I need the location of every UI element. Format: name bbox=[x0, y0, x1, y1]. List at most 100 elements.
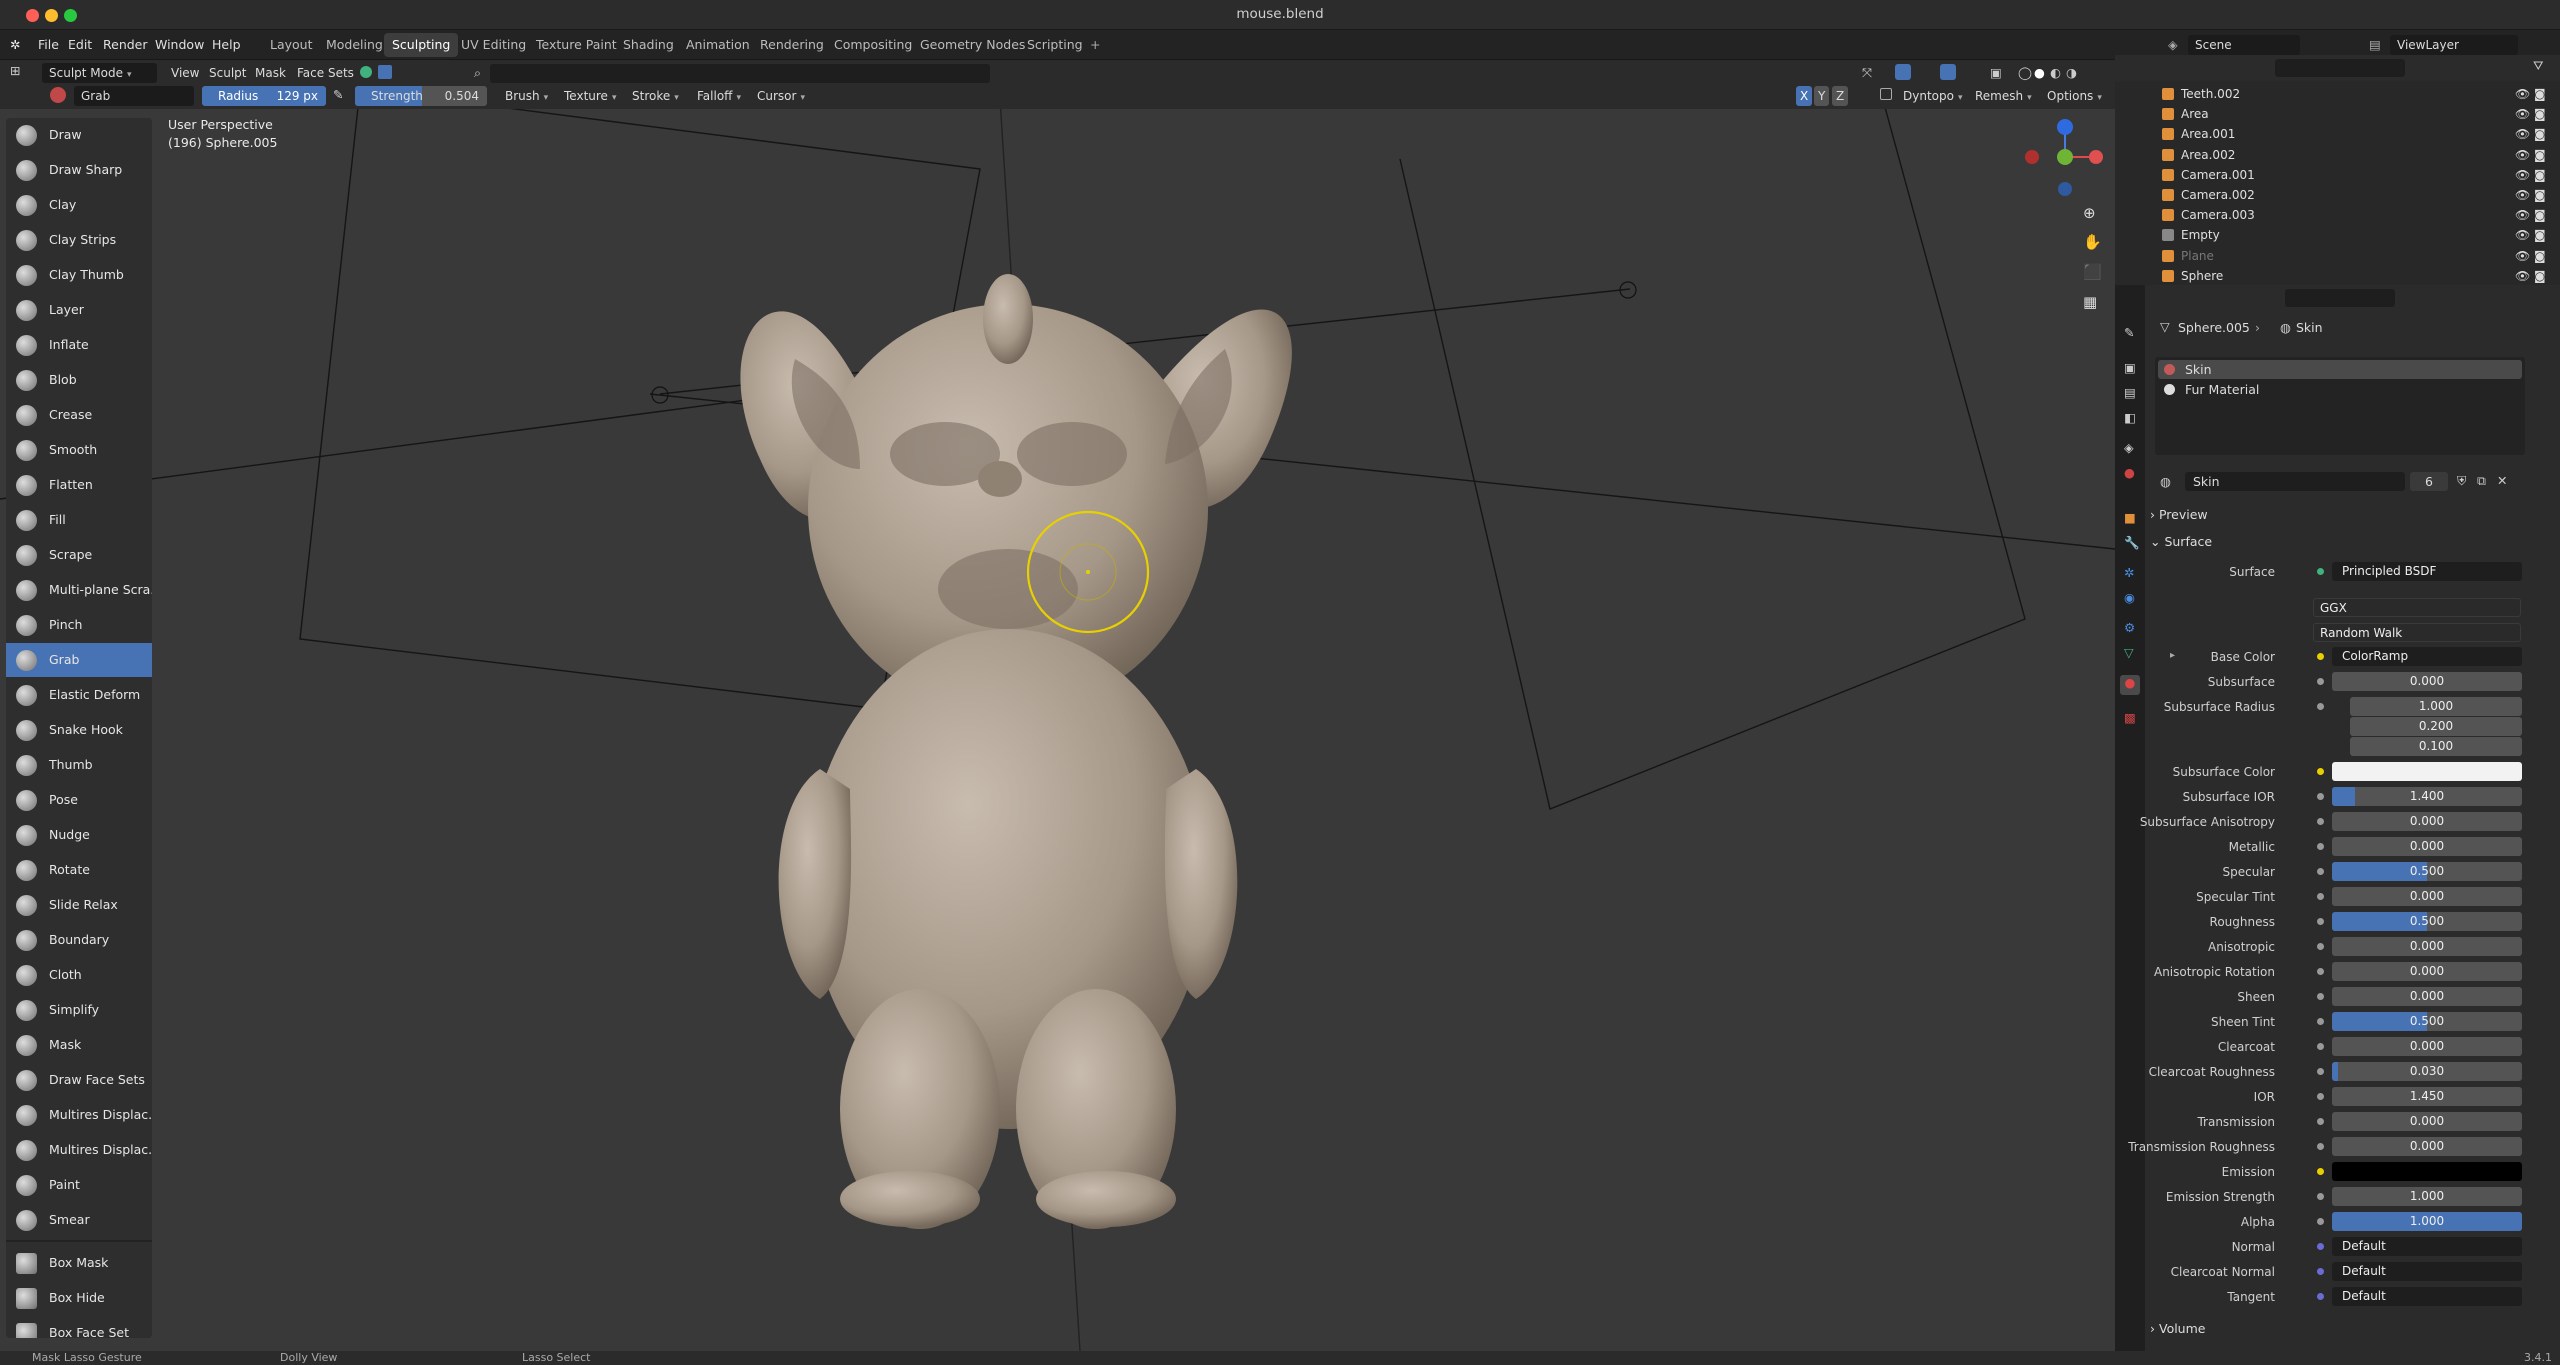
object-tab-icon[interactable]: ■ bbox=[2124, 510, 2136, 525]
tool-draw[interactable]: Draw bbox=[6, 118, 152, 152]
tool-box-face-set[interactable]: Box Face Set bbox=[6, 1316, 152, 1338]
tab-shading[interactable]: Shading bbox=[615, 33, 682, 57]
base-color-field[interactable]: ColorRamp bbox=[2332, 647, 2522, 666]
texture-dropdown[interactable]: Texture ▾ bbox=[557, 86, 623, 106]
tab-sculpting[interactable]: Sculpting bbox=[384, 33, 459, 57]
material-users-count[interactable]: 6 bbox=[2410, 472, 2448, 491]
prop-field[interactable]: 0.200 bbox=[2350, 717, 2522, 736]
outliner-item[interactable]: Sphere 👁 ◙ bbox=[2115, 266, 2560, 286]
prop-field[interactable]: 0.000 bbox=[2332, 812, 2522, 831]
outliner-item[interactable]: Area 👁 ◙ bbox=[2115, 104, 2560, 124]
outliner-item[interactable]: Area.002 👁 ◙ bbox=[2115, 145, 2560, 165]
falloff-dropdown[interactable]: Falloff ▾ bbox=[690, 86, 748, 106]
tab-rendering[interactable]: Rendering bbox=[752, 33, 832, 57]
prop-field[interactable]: 1.400 bbox=[2332, 787, 2522, 806]
menu-view[interactable]: View bbox=[164, 63, 206, 83]
menu-render[interactable]: Render bbox=[103, 37, 148, 52]
socket-icon[interactable] bbox=[2317, 893, 2324, 900]
mirror-x-toggle[interactable]: X bbox=[1796, 86, 1813, 106]
grid-view-icon[interactable]: ▦ bbox=[2083, 293, 2097, 311]
prop-field[interactable]: 0.500 bbox=[2332, 862, 2522, 881]
outliner-item[interactable]: Plane 👁 ◙ bbox=[2115, 246, 2560, 266]
tool-box-hide[interactable]: Box Hide bbox=[6, 1281, 152, 1315]
cursor-dropdown[interactable]: Cursor ▾ bbox=[750, 86, 812, 106]
tab-geometry-nodes[interactable]: Geometry Nodes bbox=[912, 33, 1033, 57]
menu-mask[interactable]: Mask bbox=[248, 63, 293, 83]
surface-shader-field[interactable]: Principled BSDF bbox=[2332, 562, 2522, 581]
remesh-dropdown[interactable]: Remesh ▾ bbox=[1968, 86, 2039, 106]
outliner-item[interactable]: Empty 👁 ◙ bbox=[2115, 225, 2560, 245]
tool-inflate[interactable]: Inflate bbox=[6, 328, 152, 362]
add-workspace-icon[interactable]: + bbox=[1090, 37, 1100, 52]
outliner-item[interactable]: Teeth.002 👁 ◙ bbox=[2115, 84, 2560, 104]
menu-file[interactable]: File bbox=[38, 37, 59, 52]
socket-icon[interactable] bbox=[2317, 968, 2324, 975]
mirror-y-toggle[interactable]: Y bbox=[1814, 86, 1830, 106]
socket-icon[interactable] bbox=[2317, 768, 2324, 775]
socket-icon[interactable] bbox=[2317, 843, 2324, 850]
outliner-item[interactable]: Camera.002 👁 ◙ bbox=[2115, 185, 2560, 205]
stroke-dropdown[interactable]: Stroke ▾ bbox=[625, 86, 686, 106]
solid-shading-icon[interactable]: ● bbox=[2034, 65, 2045, 80]
prop-field[interactable]: 0.000 bbox=[2332, 887, 2522, 906]
tool-smooth[interactable]: Smooth bbox=[6, 433, 152, 467]
tool-grab[interactable]: Grab bbox=[6, 643, 152, 677]
tool-multires-displac[interactable]: Multires Displac... bbox=[6, 1098, 152, 1132]
gizmo-toggle-icon[interactable] bbox=[1895, 64, 1911, 80]
zoom-icon[interactable]: ⊕ bbox=[2083, 204, 2096, 222]
socket-icon[interactable] bbox=[2317, 793, 2324, 800]
fake-user-icon[interactable]: ⛨ bbox=[2457, 473, 2466, 489]
camera-view-icon[interactable]: ⬛ bbox=[2083, 263, 2102, 281]
properties-search-field[interactable] bbox=[2285, 289, 2395, 307]
section-volume[interactable]: › Volume bbox=[2150, 1321, 2205, 1336]
prop-field[interactable]: 0.000 bbox=[2332, 672, 2522, 691]
tab-animation[interactable]: Animation bbox=[678, 33, 758, 57]
visibility-icon[interactable]: 👁 ◙ bbox=[2515, 228, 2546, 242]
tool-box-mask[interactable]: Box Mask bbox=[6, 1246, 152, 1280]
duplicate-material-icon[interactable]: ⧉ bbox=[2477, 473, 2486, 489]
wireframe-shading-icon[interactable]: ◯ bbox=[2018, 65, 2032, 80]
prop-field[interactable]: Default bbox=[2332, 1287, 2522, 1306]
socket-icon[interactable] bbox=[2317, 1218, 2324, 1225]
xray-icon[interactable]: ▣ bbox=[1990, 65, 2002, 80]
tool-fill[interactable]: Fill bbox=[6, 503, 152, 537]
visibility-icon[interactable]: 👁 ◙ bbox=[2515, 87, 2546, 101]
tool-tab-icon[interactable]: ✎ bbox=[2124, 325, 2134, 340]
menu-face-sets[interactable]: Face Sets bbox=[290, 63, 361, 83]
material-tab-icon[interactable]: ● bbox=[2120, 675, 2140, 695]
prop-field[interactable]: 0.500 bbox=[2332, 1012, 2522, 1031]
tool-pose[interactable]: Pose bbox=[6, 783, 152, 817]
tab-layout[interactable]: Layout bbox=[262, 33, 321, 57]
prop-field[interactable]: 0.000 bbox=[2332, 987, 2522, 1006]
prop-field[interactable] bbox=[2332, 762, 2522, 781]
particles-tab-icon[interactable]: ✲ bbox=[2124, 565, 2134, 580]
socket-icon[interactable] bbox=[2317, 1118, 2324, 1125]
socket-icon[interactable] bbox=[2317, 1243, 2324, 1250]
3d-viewport[interactable]: ⊕ ✋ ⬛ ▦ bbox=[0, 109, 2115, 1351]
prop-field[interactable]: 1.000 bbox=[2350, 697, 2522, 716]
prop-field[interactable]: 0.000 bbox=[2332, 1112, 2522, 1131]
texture-tab-icon[interactable]: ▩ bbox=[2124, 710, 2136, 725]
prop-field[interactable]: 0.000 bbox=[2332, 937, 2522, 956]
tool-smear[interactable]: Smear bbox=[6, 1203, 152, 1237]
dyntopo-dropdown[interactable]: Dyntopo ▾ bbox=[1896, 86, 1969, 106]
tool-boundary[interactable]: Boundary bbox=[6, 923, 152, 957]
scene-selector[interactable]: Scene bbox=[2188, 35, 2300, 55]
subsurface-method-dropdown[interactable]: Random Walk bbox=[2313, 623, 2521, 642]
material-slot-skin[interactable]: Skin bbox=[2158, 360, 2522, 379]
prop-field[interactable]: 0.100 bbox=[2350, 737, 2522, 756]
pan-hand-icon[interactable]: ✋ bbox=[2083, 233, 2102, 251]
tool-mask[interactable]: Mask bbox=[6, 1028, 152, 1062]
prop-field[interactable]: 1.450 bbox=[2332, 1087, 2522, 1106]
tool-clay-thumb[interactable]: Clay Thumb bbox=[6, 258, 152, 292]
tool-multires-displac[interactable]: Multires Displac... bbox=[6, 1133, 152, 1167]
material-slot-fur[interactable]: Fur Material bbox=[2158, 380, 2522, 399]
view-layer-selector[interactable]: ViewLayer bbox=[2390, 35, 2518, 55]
prop-field[interactable]: 0.000 bbox=[2332, 962, 2522, 981]
material-name-field[interactable]: Skin bbox=[2185, 472, 2405, 491]
socket-icon[interactable] bbox=[2317, 1043, 2324, 1050]
menu-sculpt[interactable]: Sculpt bbox=[202, 63, 253, 83]
tab-scripting[interactable]: Scripting bbox=[1019, 33, 1091, 57]
socket-icon[interactable] bbox=[2317, 1168, 2324, 1175]
mask-display-icon[interactable] bbox=[378, 65, 392, 79]
